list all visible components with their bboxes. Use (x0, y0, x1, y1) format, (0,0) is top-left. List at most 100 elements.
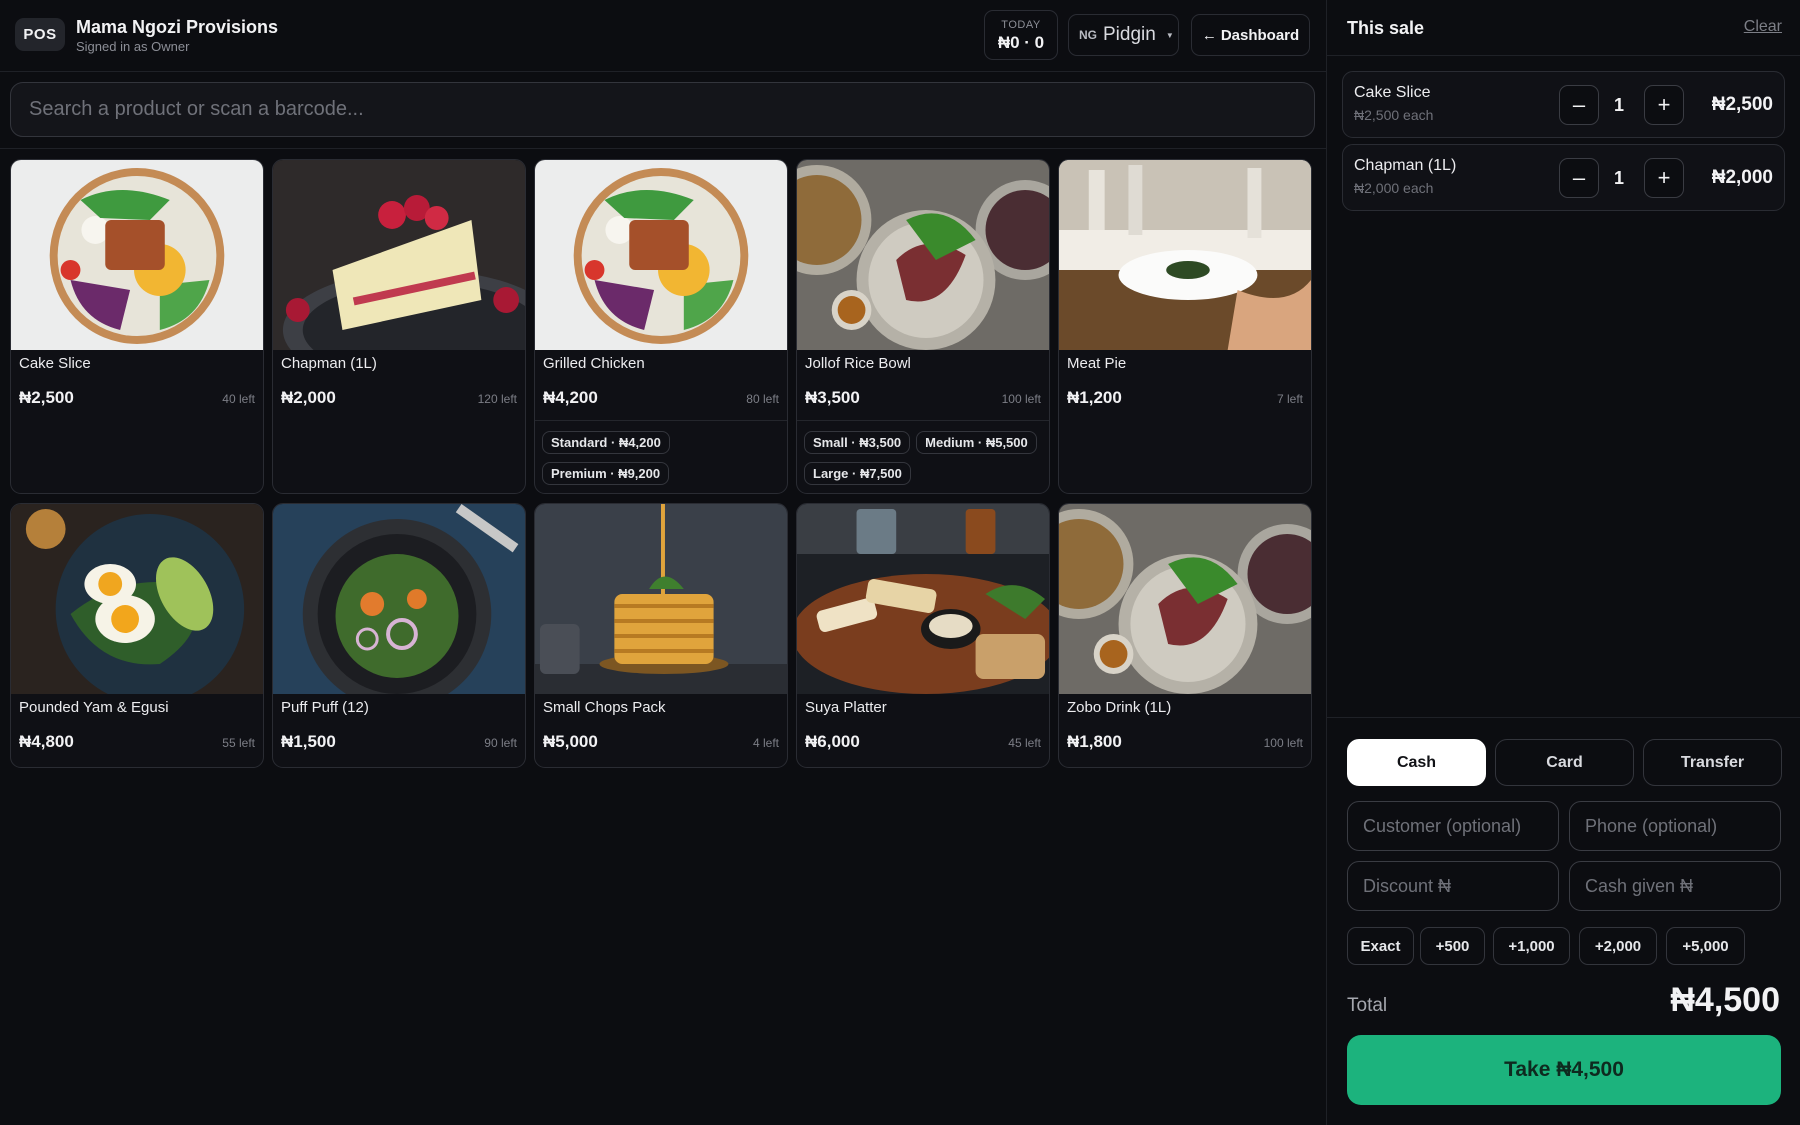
language-select[interactable]: NG Pidgin ▼ (1068, 14, 1179, 56)
variant-chip[interactable]: Small · ₦3,500 (804, 431, 911, 454)
variant-chip[interactable]: Medium · ₦5,500 (916, 431, 1037, 454)
product-image (273, 504, 525, 694)
product-name: Jollof Rice Bowl (805, 355, 911, 372)
product-name: Cake Slice (19, 355, 91, 372)
increase-quantity-button[interactable]: + (1644, 158, 1684, 198)
pos-app: POS Mama Ngozi Provisions Signed in as O… (0, 0, 1800, 1125)
product-image (535, 504, 787, 694)
today-summary: TODAY ₦0 · 0 (984, 10, 1058, 60)
product-stock: 100 left (1263, 736, 1303, 750)
minus-icon: – (1572, 92, 1586, 117)
product-stock: 90 left (484, 736, 517, 750)
payment-method-cash[interactable]: Cash (1347, 739, 1486, 786)
product-name: Grilled Chicken (543, 355, 645, 372)
cash-given-input[interactable] (1570, 862, 1780, 910)
product-image (535, 160, 787, 350)
product-stock: 55 left (222, 736, 255, 750)
product-card[interactable]: Puff Puff (12) ₦1,500 90 left (272, 503, 526, 768)
divider (1327, 717, 1800, 718)
quick-amount-2000[interactable]: +2,000 (1579, 927, 1657, 965)
quick-amount-5000[interactable]: +5,000 (1666, 927, 1745, 965)
phone-field (1569, 801, 1781, 851)
phone-input[interactable] (1570, 802, 1780, 850)
quick-amount-exact[interactable]: Exact (1347, 927, 1414, 965)
discount-input[interactable] (1348, 862, 1558, 910)
product-price: ₦1,200 (1067, 388, 1122, 407)
product-card[interactable]: Grilled Chicken ₦4,200 80 left Standard · ₦… (534, 159, 788, 494)
cart-item-total: ₦2,500 (1711, 94, 1773, 115)
product-name: Suya Platter (805, 699, 887, 716)
variant-list: Small · ₦3,500 Medium · ₦5,500 Large · ₦7,… (797, 420, 1049, 485)
variant-chip[interactable]: Standard · ₦4,200 (542, 431, 670, 454)
product-card[interactable]: Zobo Drink (1L) ₦1,800 100 left (1058, 503, 1312, 768)
decrease-quantity-button[interactable]: – (1559, 158, 1599, 198)
cart-item: Cake Slice ₦2,500 each – 1 + ₦2,500 (1342, 71, 1785, 138)
clear-button[interactable]: Clear (1744, 18, 1782, 36)
product-stock: 80 left (746, 392, 779, 406)
quick-amount-1000[interactable]: +1,000 (1493, 927, 1570, 965)
catalog-panel: POS Mama Ngozi Provisions Signed in as O… (0, 0, 1326, 1125)
search-bar (10, 82, 1315, 137)
product-price: ₦2,500 (19, 388, 74, 407)
product-card[interactable]: Small Chops Pack ₦5,000 4 left (534, 503, 788, 768)
product-image (1059, 160, 1311, 350)
variant-chip[interactable]: Large · ₦7,500 (804, 462, 911, 485)
cart-item-unit-price: ₦2,000 each (1354, 180, 1434, 196)
cart-item-total: ₦2,000 (1711, 167, 1773, 188)
product-name: Puff Puff (12) (281, 699, 369, 716)
minus-icon: – (1572, 165, 1586, 190)
cart-item-quantity: 1 (1613, 95, 1624, 115)
product-image (11, 160, 263, 350)
variant-chip[interactable]: Premium · ₦9,200 (542, 462, 670, 485)
product-card[interactable]: Suya Platter ₦6,000 45 left (796, 503, 1050, 768)
product-price: ₦4,800 (19, 732, 74, 751)
top-bar: POS Mama Ngozi Provisions Signed in as O… (0, 0, 1326, 72)
product-name: Meat Pie (1067, 355, 1127, 372)
product-card[interactable]: Meat Pie ₦1,200 7 left (1058, 159, 1312, 494)
payment-method-transfer[interactable]: Transfer (1643, 739, 1782, 786)
product-name: Zobo Drink (1L) (1067, 699, 1172, 716)
product-name: Pounded Yam & Egusi (19, 699, 169, 716)
product-card[interactable]: Jollof Rice Bowl ₦3,500 100 left Small · ₦3… (796, 159, 1050, 494)
today-label: TODAY (1001, 19, 1041, 31)
sale-title: This sale (1347, 18, 1425, 38)
payment-method-card[interactable]: Card (1495, 739, 1634, 786)
product-price: ₦1,500 (281, 732, 336, 751)
product-name: Small Chops Pack (543, 699, 666, 716)
product-stock: 4 left (752, 736, 779, 750)
sale-panel: This sale Clear Cake Slice ₦2,500 each –… (1326, 0, 1800, 1125)
total-label: Total (1347, 995, 1388, 1016)
product-name: Chapman (1L) (281, 355, 377, 372)
arrow-left-icon: ← (1201, 26, 1217, 44)
product-stock: 120 left (477, 392, 517, 406)
discount-field (1347, 861, 1559, 911)
dashboard-label: Dashboard (1220, 26, 1300, 44)
plus-icon: + (1657, 92, 1671, 117)
customer-input[interactable] (1348, 802, 1558, 850)
language-label: Pidgin (1103, 24, 1156, 45)
store-name: Mama Ngozi Provisions (76, 17, 279, 37)
product-card[interactable]: Pounded Yam & Egusi ₦4,800 55 left (10, 503, 264, 768)
take-payment-button[interactable]: Take ₦4,500 (1347, 1035, 1781, 1105)
search-input[interactable] (11, 83, 1314, 136)
total-value: ₦4,500 (1670, 981, 1780, 1019)
product-price: ₦4,200 (543, 388, 598, 407)
product-image (797, 504, 1049, 694)
product-image (273, 160, 525, 350)
plus-icon: + (1657, 165, 1671, 190)
today-value: ₦0 · 0 (997, 33, 1045, 52)
cart-item: Chapman (1L) ₦2,000 each – 1 + ₦2,000 (1342, 144, 1785, 211)
pos-badge: POS (15, 18, 65, 51)
signed-in-text: Signed in as Owner (76, 39, 190, 54)
quick-amount-500[interactable]: +500 (1420, 927, 1485, 965)
dashboard-button[interactable]: ← Dashboard (1191, 14, 1310, 56)
product-price: ₦2,000 (281, 388, 336, 407)
chevron-down-icon: ▼ (1165, 30, 1174, 40)
product-card[interactable]: Cake Slice ₦2,500 40 left (10, 159, 264, 494)
cart-item-quantity: 1 (1613, 168, 1624, 188)
increase-quantity-button[interactable]: + (1644, 85, 1684, 125)
product-image (11, 504, 263, 694)
product-card[interactable]: Chapman (1L) ₦2,000 120 left (272, 159, 526, 494)
product-image (1059, 504, 1311, 694)
decrease-quantity-button[interactable]: – (1559, 85, 1599, 125)
